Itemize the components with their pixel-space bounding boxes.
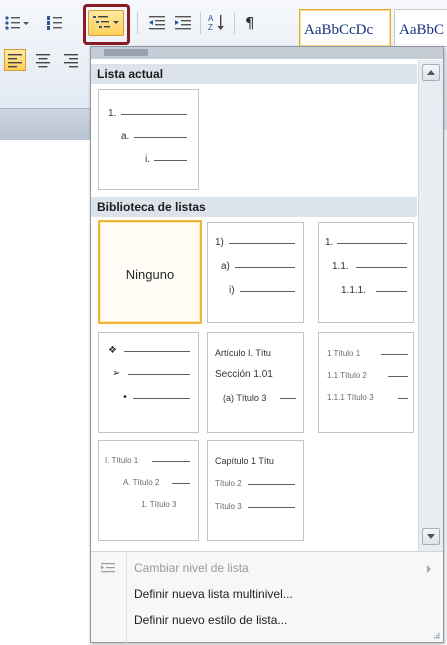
style-gallery-item-label: AaBbCcDc [304, 22, 374, 38]
numbering-button[interactable] [46, 12, 72, 34]
tile-level-3-label: i) [229, 285, 235, 296]
tile-level-2-label: a. [121, 131, 130, 142]
increase-indent-button[interactable] [172, 12, 194, 34]
list-style-articulo-tile[interactable]: Artículo I. Títu Sección 1.01 (a) Título… [207, 332, 304, 433]
toolbar-separator [200, 12, 201, 34]
list-style-none-label: Ninguno [125, 267, 175, 282]
tile-level-2-label: Sección 1.01 [215, 369, 273, 380]
toolbar-separator [137, 12, 138, 34]
pilcrow-icon: ¶ [245, 14, 255, 32]
svg-text:A: A [208, 14, 214, 23]
increase-indent-icon [175, 16, 191, 30]
ribbon-group-label-band [0, 108, 95, 140]
list-style-titulo-decimal-tile[interactable]: 1 Título 1 1.1 Título 2 1.1.1 Título 3 [318, 332, 414, 433]
tile-level-1-label: Artículo I. Títu [215, 348, 271, 358]
resize-grip-icon[interactable] [432, 631, 440, 639]
align-center-icon [36, 54, 50, 68]
tile-level-2-label: a) [221, 261, 230, 272]
align-left-icon [8, 54, 22, 68]
tile-level-1-label: 1. [108, 108, 117, 119]
list-style-decimal-tile[interactable]: 1. 1.1. 1.1.1. [318, 222, 414, 323]
list-style-none-tile[interactable]: Ninguno [98, 220, 202, 324]
bullets-button[interactable] [4, 12, 30, 34]
tile-level-2-label: A. Título 2 [123, 478, 160, 487]
multilevel-list-gallery: Lista actual 1. a. i. Biblioteca de list… [90, 46, 444, 643]
align-left-button[interactable] [4, 49, 26, 71]
current-list-header: Lista actual [91, 64, 417, 84]
change-list-level-label: Cambiar nivel de lista [134, 561, 249, 575]
list-library-header: Biblioteca de listas [91, 197, 417, 217]
tile-level-2-label: Título 2 [215, 479, 242, 488]
bullets-icon [5, 16, 29, 30]
tile-level-3-label: 1.1.1. [341, 285, 367, 296]
bullet-level-2-glyph: ➢ [112, 368, 121, 379]
change-level-icon [101, 563, 115, 573]
align-right-icon [64, 54, 78, 68]
change-list-level-item[interactable]: Cambiar nivel de lista [91, 556, 443, 580]
tile-level-1-label: 1. [325, 237, 334, 248]
define-list-style-label: Definir nuevo estilo de lista... [134, 613, 288, 627]
tile-level-1-label: 1) [215, 237, 224, 248]
current-list-tile[interactable]: 1. a. i. [98, 89, 199, 190]
sort-az-icon: A Z [208, 14, 224, 32]
list-style-titulo-roman-tile[interactable]: I. Título 1 A. Título 2 1. Título 3 [98, 440, 199, 541]
tile-level-2-label: 1.1. [332, 261, 349, 272]
define-multilevel-list-item[interactable]: Definir nueva lista multinivel... [91, 582, 443, 606]
svg-text:¶: ¶ [245, 14, 255, 32]
tile-level-1-label: 1 Título 1 [327, 349, 361, 358]
align-right-button[interactable] [60, 49, 82, 71]
tile-level-3-label: i. [145, 154, 150, 165]
gallery-scrollbar[interactable] [418, 60, 443, 551]
toolbar-separator [234, 12, 235, 34]
define-list-style-item[interactable]: Definir nuevo estilo de lista... [91, 608, 443, 632]
tile-level-2-label: 1.1 Título 2 [327, 371, 367, 380]
decrease-indent-icon [149, 16, 165, 30]
svg-text:Z: Z [208, 23, 213, 32]
tile-level-1-label: Capítulo 1 Títu [215, 456, 274, 466]
bullet-level-1-glyph: ❖ [108, 345, 117, 356]
style-gallery-item[interactable]: AaBbC [394, 9, 447, 47]
multilevel-list-highlight-frame [83, 4, 130, 45]
gallery-top-bar [91, 47, 443, 59]
tile-level-3-label: 1.1.1 Título 3 [327, 393, 374, 402]
align-center-button[interactable] [32, 49, 54, 71]
sort-button[interactable]: A Z [206, 12, 228, 34]
decrease-indent-button[interactable] [146, 12, 168, 34]
tile-level-3-label: 1. Título 3 [141, 500, 177, 509]
list-style-parens-tile[interactable]: 1) a) i) [207, 222, 304, 323]
chevron-down-icon [427, 534, 435, 539]
numbering-icon [47, 16, 62, 30]
gallery-menu: Cambiar nivel de lista Definir nueva lis… [91, 551, 443, 643]
tile-level-1-label: I. Título 1 [105, 456, 139, 465]
style-gallery-item[interactable]: AaBbCcDc [299, 9, 391, 47]
scroll-up-button[interactable] [422, 64, 440, 81]
submenu-arrow-icon [427, 565, 431, 573]
tile-level-3-label: Título 3 [215, 502, 242, 511]
bullet-level-3-glyph: • [122, 392, 128, 403]
tile-level-3-label: (a) Título 3 [223, 393, 267, 403]
style-gallery-item-label: AaBbC [399, 22, 444, 38]
list-style-bullets-tile[interactable]: ❖ ➢ • [98, 332, 199, 433]
define-multilevel-list-label: Definir nueva lista multinivel... [134, 587, 293, 601]
show-formatting-marks-button[interactable]: ¶ [240, 12, 262, 34]
list-style-capitulo-tile[interactable]: Capítulo 1 Títu Título 2 Título 3 [207, 440, 304, 541]
scroll-down-button[interactable] [422, 528, 440, 545]
chevron-up-icon [427, 70, 435, 75]
